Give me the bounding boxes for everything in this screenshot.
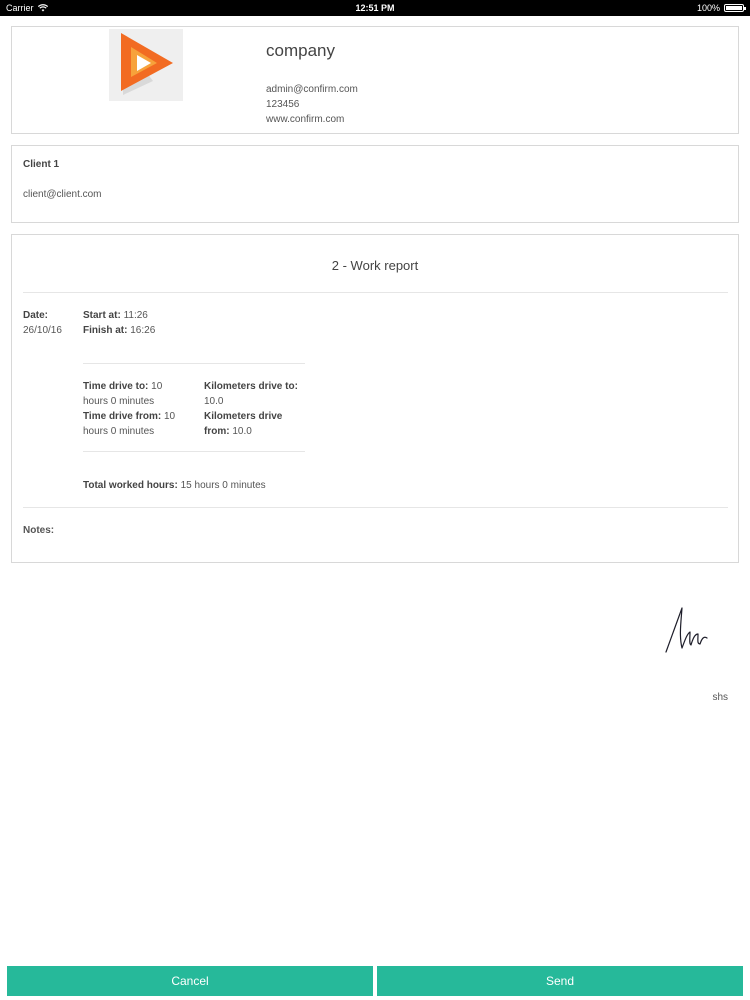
cancel-button[interactable]: Cancel bbox=[7, 966, 373, 996]
drive-to-value-2: hours 0 minutes bbox=[83, 396, 155, 407]
divider bbox=[83, 363, 305, 364]
date-label: Date: bbox=[23, 310, 49, 321]
battery-icon bbox=[724, 4, 746, 12]
km-from-label-2: from: bbox=[204, 426, 230, 437]
company-logo bbox=[109, 29, 183, 101]
signature-name: shs bbox=[712, 692, 728, 703]
drive-to-value: 10 bbox=[151, 381, 163, 392]
notes-label: Notes: bbox=[23, 525, 55, 536]
km-from-label: Kilometers drive bbox=[204, 411, 283, 422]
km-from-value: 10.0 bbox=[232, 426, 252, 437]
company-phone: 123456 bbox=[266, 99, 300, 110]
battery-percent: 100% bbox=[696, 3, 720, 13]
kilometers-block: Kilometers drive to: 10.0 Kilometers dri… bbox=[204, 379, 314, 439]
client-card: Client 1 client@client.com bbox=[11, 145, 739, 223]
signature-image bbox=[665, 607, 708, 653]
divider bbox=[83, 451, 305, 452]
km-to-value: 10.0 bbox=[204, 396, 224, 407]
finish-value: 16:26 bbox=[130, 325, 156, 336]
total-label: Total worked hours: bbox=[83, 480, 178, 491]
status-bar: Carrier 12:51 PM 100% bbox=[0, 0, 750, 16]
drive-from-value-2: hours 0 minutes bbox=[83, 426, 155, 437]
client-name: Client 1 bbox=[23, 159, 60, 170]
date-value: 26/10/16 bbox=[23, 325, 62, 336]
finish-label: Finish at: bbox=[83, 325, 128, 336]
divider bbox=[23, 507, 728, 508]
drive-from-label: Time drive from: bbox=[83, 411, 162, 422]
company-email: admin@confirm.com bbox=[266, 84, 358, 95]
divider bbox=[23, 292, 728, 293]
company-name: company bbox=[266, 41, 335, 60]
total-hours-block: Total worked hours: 15 hours 0 minutes bbox=[83, 478, 266, 493]
report-title: 2 - Work report bbox=[331, 258, 419, 273]
work-report-card: 2 - Work report Date: 26/10/16 Start at:… bbox=[11, 234, 739, 563]
date-block: Date: 26/10/16 bbox=[23, 308, 62, 338]
total-value: 15 hours 0 minutes bbox=[180, 480, 266, 491]
start-value: 11:26 bbox=[123, 310, 148, 321]
drive-to-label: Time drive to: bbox=[83, 381, 149, 392]
drive-time-block: Time drive to: 10 hours 0 minutes Time d… bbox=[83, 379, 195, 439]
client-email: client@client.com bbox=[23, 189, 102, 200]
km-to-label: Kilometers drive to: bbox=[204, 381, 298, 392]
send-button[interactable]: Send bbox=[377, 966, 743, 996]
drive-from-value: 10 bbox=[163, 411, 176, 422]
time-block: Start at: 11:26 Finish at: 16:26 bbox=[83, 308, 155, 338]
start-label: Start at: bbox=[83, 310, 121, 321]
company-card: company admin@confirm.com 123456 www.con… bbox=[11, 26, 739, 134]
company-website: www.confirm.com bbox=[266, 114, 345, 125]
clock: 12:51 PM bbox=[355, 3, 395, 13]
